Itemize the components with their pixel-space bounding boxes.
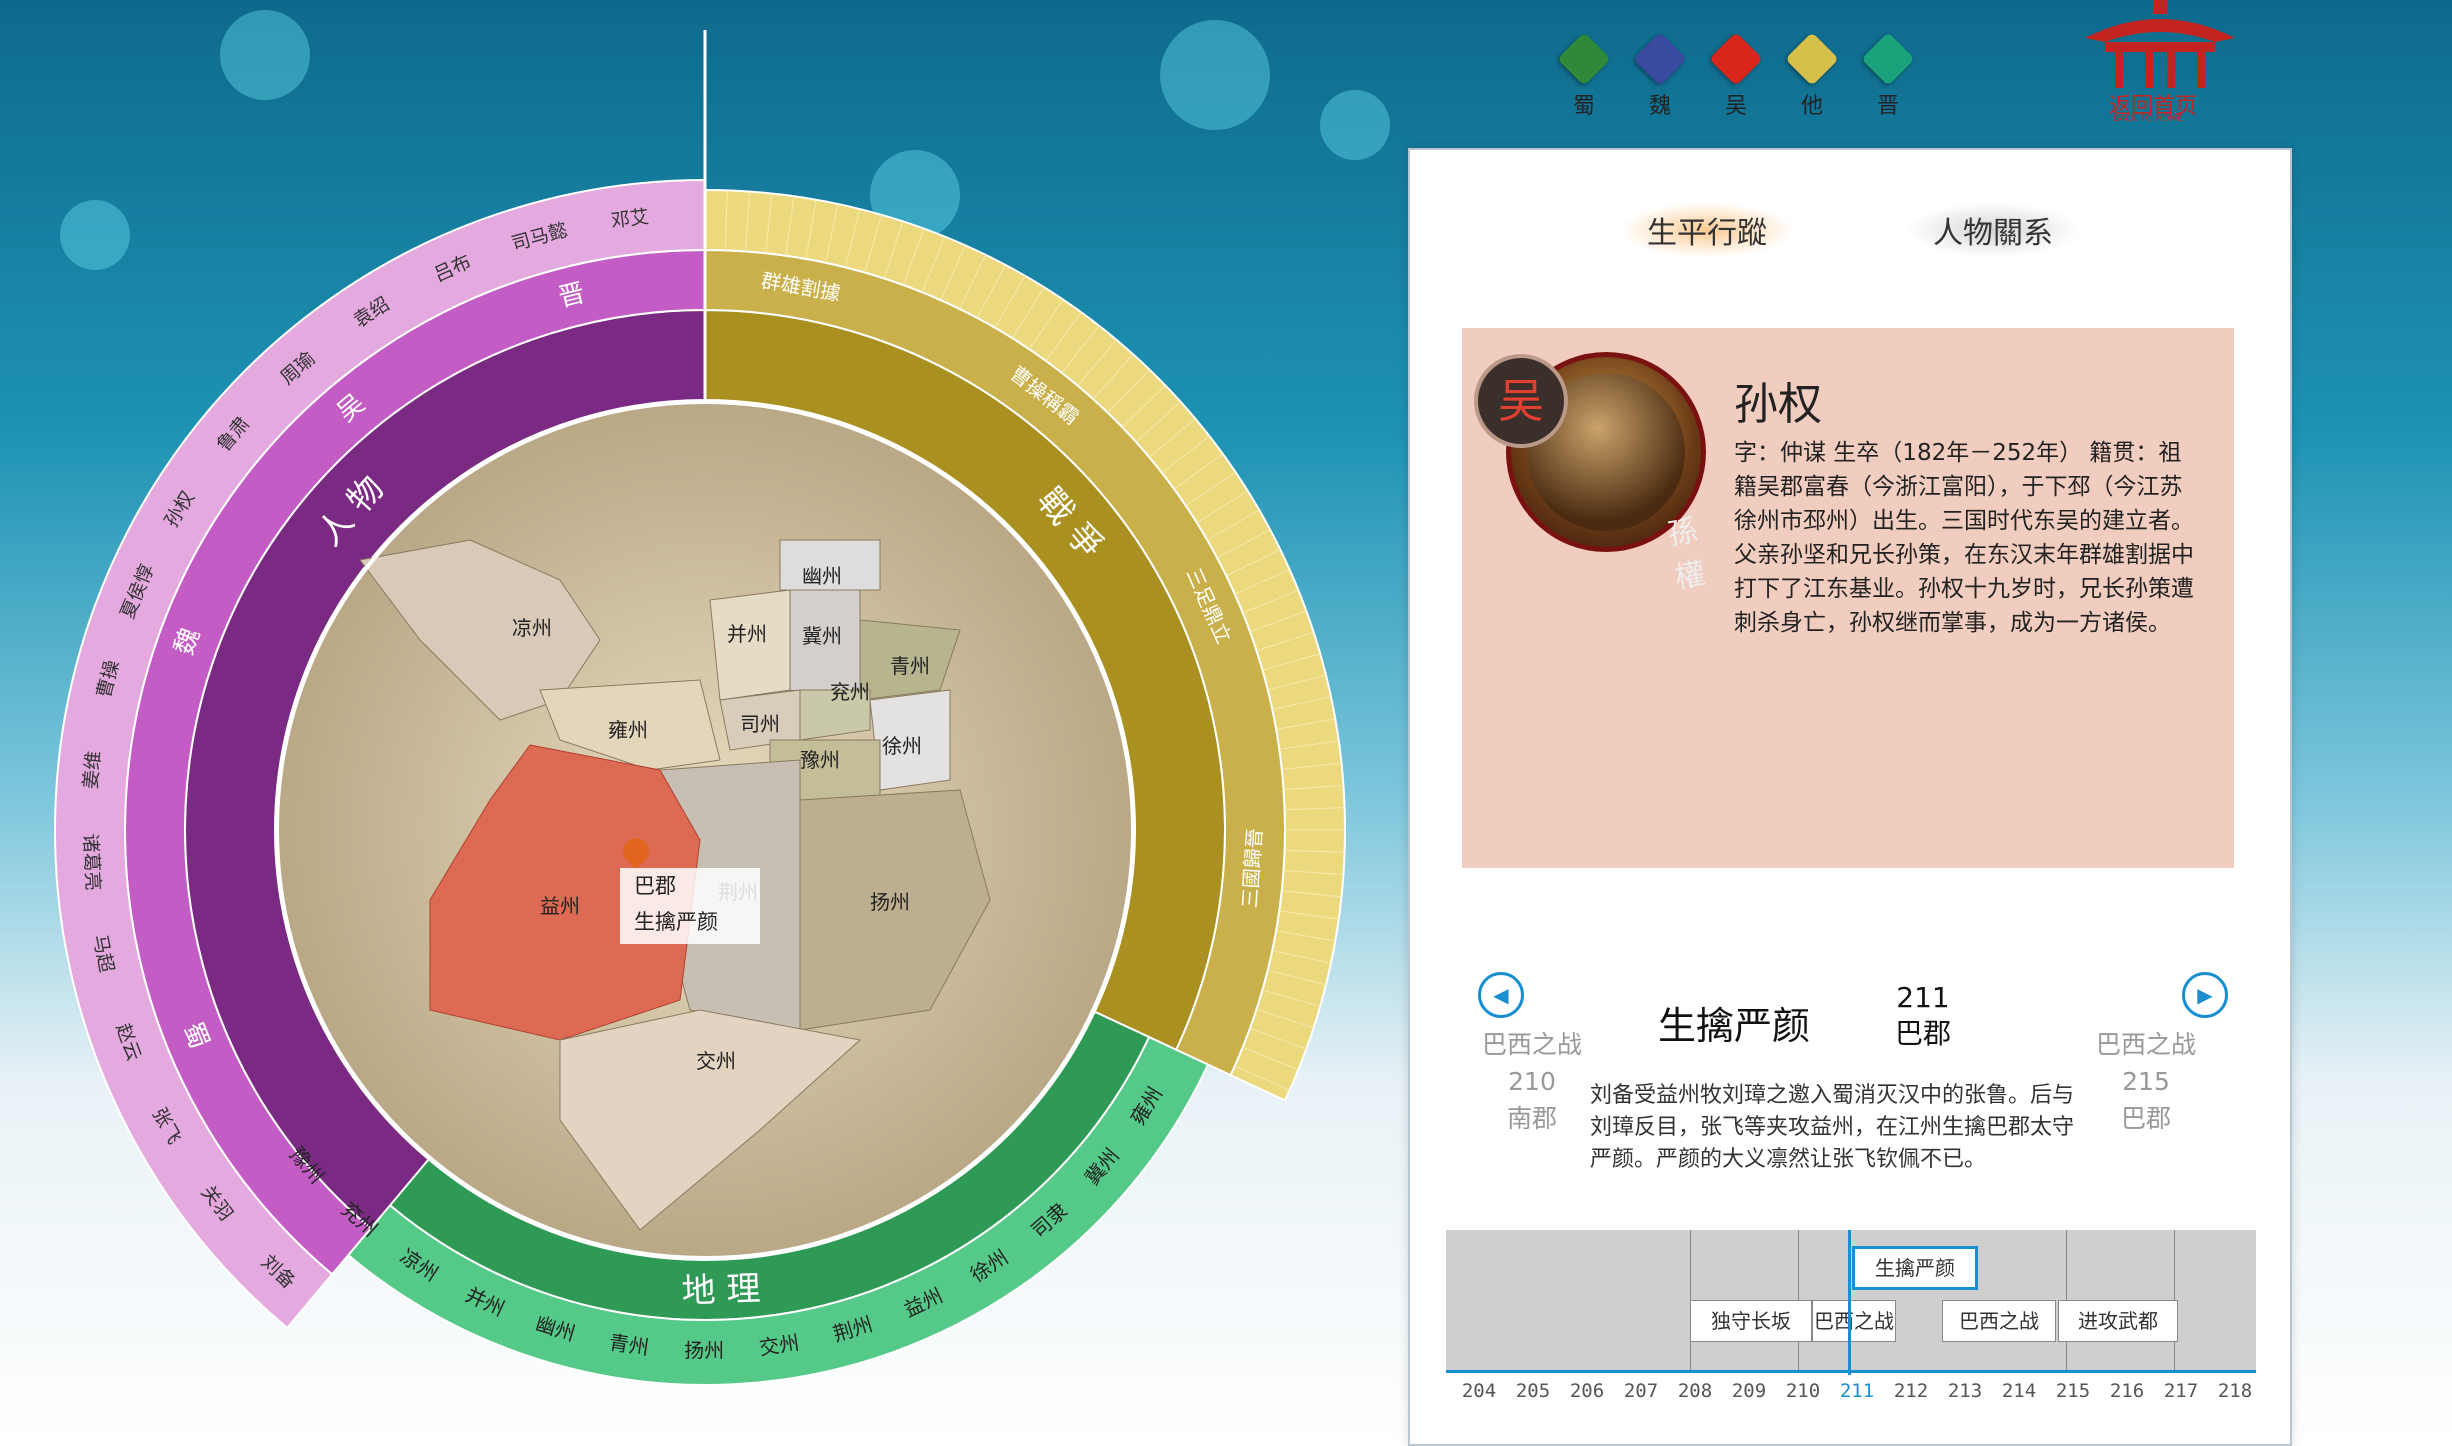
next-event-button[interactable]: ▶ [2182,972,2228,1018]
map-label[interactable]: 豫州 [800,744,840,773]
navigation-wheel[interactable]: 戰 爭地 理人 物群雄割據曹操稱霸三足鼎立三國歸晉雍州冀州司隶徐州益州荆州交州扬… [0,0,1400,1446]
tab-biography[interactable]: 生平行蹤 [1619,202,1795,258]
timeline-event[interactable]: 巴西之战 [1812,1300,1896,1342]
map-label[interactable]: 幽州 [802,560,842,589]
timeline-year-tick: 207 [1623,1380,1659,1402]
event-timeline[interactable]: 独守长坂 巴西之战 生擒严颜 巴西之战 进攻武都 204 205 206 207 208… [1446,1230,2256,1402]
person-label[interactable]: 姜维 [80,750,106,790]
timeline-year-tick: 209 [1731,1380,1767,1402]
tab-bar: 生平行蹤 人物關系 [1410,202,2290,258]
legend-item[interactable]: 晋 [1859,32,1917,120]
person-label[interactable]: 诸葛亮 [79,833,104,891]
prev-event[interactable]: 巴西之战 210 南郡 [1472,1026,1592,1137]
home-button[interactable]: 返回首页 BACK TO HOME [2075,0,2245,130]
map-label[interactable]: 扬州 [870,886,910,915]
ring-title-geo[interactable]: 地 理 [681,1269,761,1312]
legend-item[interactable]: 他 [1783,32,1841,120]
timeline-year-tick: 216 [2109,1380,2145,1402]
map-popup: 巴郡 生擒严颜 [620,868,760,944]
map-label[interactable]: 雍州 [608,714,648,743]
map-label[interactable]: 益州 [540,890,580,919]
timeline-cursor[interactable] [1848,1230,1851,1375]
timeline-year-tick: 208 [1677,1380,1713,1402]
popup-event: 生擒严颜 [634,910,718,934]
timeline-event[interactable]: 独守长坂 [1690,1300,1812,1342]
person-bio: 字：仲谋 生卒（182年－252年） 籍贯：祖籍吴郡富春（今浙江富阳），于下邳（… [1734,440,2194,636]
timeline-year-tick: 205 [1515,1380,1551,1402]
timeline-event-selected[interactable]: 生擒严颜 [1852,1246,1978,1290]
map-label[interactable]: 青州 [890,650,930,679]
timeline-axis [1446,1370,2256,1373]
tab-relations[interactable]: 人物關系 [1905,202,2081,258]
diamond-icon [1861,32,1915,86]
map-label[interactable]: 交州 [696,1045,736,1074]
home-sublabel: BACK TO HOME [2113,114,2183,124]
event-title: 生擒严颜 [1658,1004,1811,1048]
faction-legend: 蜀 魏 吴 他 晋 [1555,32,1917,120]
faction-badge: 吴 [1474,354,1568,448]
prev-event-button[interactable]: ◀ [1478,972,1524,1018]
map-label[interactable]: 冀州 [802,620,842,649]
portrait-signature: 孫權 [1664,512,1709,596]
legend-item[interactable]: 吴 [1707,32,1765,120]
timeline-year-tick: 204 [1461,1380,1497,1402]
person-label[interactable]: 邓艾 [610,206,650,232]
diamond-icon [1709,32,1763,86]
timeline-event[interactable]: 进攻武都 [2058,1300,2178,1342]
popup-place: 巴郡 [634,874,676,898]
map-label[interactable]: 徐州 [882,730,922,759]
map-label[interactable]: 司州 [740,708,780,737]
person-card: 孫權 吴 孙权 字：仲谋 生卒（182年－252年） 籍贯：祖籍吴郡富春（今浙江… [1462,328,2234,868]
person-name: 孙权 [1734,379,1822,430]
timeline-year-tick: 218 [2217,1380,2253,1402]
detail-panel: 生平行蹤 人物關系 孫權 吴 孙权 字：仲谋 生卒（182年－252年） 籍贯：… [1408,148,2292,1446]
timeline-year-tick: 211 [1839,1380,1875,1402]
map-label[interactable]: 并州 [727,618,767,647]
timeline-year-tick: 210 [1785,1380,1821,1402]
legend-item[interactable]: 蜀 [1555,32,1613,120]
map-label[interactable]: 兖州 [830,676,870,705]
timeline-year-tick: 213 [1947,1380,1983,1402]
event-description: 刘备受益州牧刘璋之邀入蜀消灭汉中的张鲁。后与刘璋反目，张飞等夹攻益州，在江州生擒… [1590,1083,2075,1172]
timeline-year-tick: 214 [2001,1380,2037,1402]
timeline-year-tick: 212 [1893,1380,1929,1402]
legend-item[interactable]: 魏 [1631,32,1689,120]
next-event[interactable]: 巴西之战 215 巴郡 [2086,1026,2206,1137]
timeline-year-tick: 215 [2055,1380,2091,1402]
timeline-year-tick: 217 [2163,1380,2199,1402]
timeline-event[interactable]: 巴西之战 [1942,1300,2056,1342]
diamond-icon [1785,32,1839,86]
diamond-icon [1633,32,1687,86]
region-label[interactable]: 扬州 [684,1338,724,1362]
diamond-icon [1557,32,1611,86]
event-year-place: 211 巴郡 [1895,981,1952,1050]
map-label[interactable]: 凉州 [512,612,552,641]
timeline-year-tick: 206 [1569,1380,1605,1402]
